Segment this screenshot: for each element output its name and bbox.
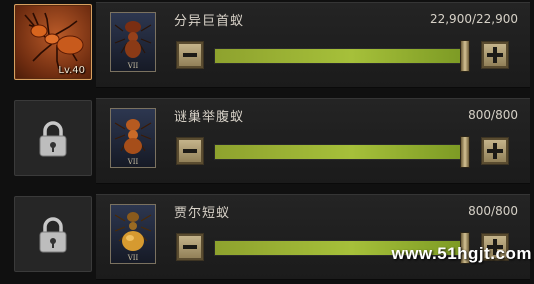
unit-rank: VII xyxy=(127,62,139,70)
quantity-slider[interactable] xyxy=(214,48,464,64)
unit-count: 800/800 xyxy=(468,108,518,122)
lock-icon xyxy=(39,217,67,253)
unit-name: 谜巢举腹蚁 xyxy=(174,110,245,125)
quantity-slider[interactable] xyxy=(214,144,464,160)
site-watermark: www.51hgjt.com xyxy=(391,244,532,263)
increase-button[interactable] xyxy=(481,137,509,165)
commander-avatar[interactable]: Lv.40 xyxy=(14,4,92,80)
plus-icon xyxy=(487,47,503,63)
minus-icon xyxy=(183,149,197,153)
unit-name: 分异巨首蚁 xyxy=(174,14,245,29)
minus-icon xyxy=(183,245,197,249)
unit-row-1: Lv.40 VII 分异巨首蚁 22,900/22,900 xyxy=(0,0,534,88)
unit-rank: VII xyxy=(127,158,139,166)
unit-count: 800/800 xyxy=(468,204,518,218)
slider-handle[interactable] xyxy=(460,136,470,168)
minus-icon xyxy=(183,53,197,57)
slider-fill xyxy=(215,145,463,159)
unit-row-3: VII 贾尔短蚁 800/800 xyxy=(0,192,534,280)
nest-acrobat-ant-icon xyxy=(114,119,152,154)
plus-icon xyxy=(487,143,503,159)
decrease-button[interactable] xyxy=(176,137,204,165)
unit-count: 22,900/22,900 xyxy=(429,12,518,26)
commander-level: Lv.40 xyxy=(58,65,85,76)
unit-card[interactable]: VII xyxy=(110,204,156,264)
unit-card[interactable]: VII xyxy=(110,108,156,168)
unit-rank: VII xyxy=(127,254,139,262)
unit-name: 贾尔短蚁 xyxy=(174,206,231,221)
decrease-button[interactable] xyxy=(176,41,204,69)
honeypot-ant-icon xyxy=(114,212,152,251)
unit-row-2: VII 谜巢举腹蚁 800/800 xyxy=(0,96,534,184)
unit-card[interactable]: VII xyxy=(110,12,156,72)
decrease-button[interactable] xyxy=(176,233,204,261)
slider-fill xyxy=(215,49,463,63)
lock-icon xyxy=(39,121,67,157)
slider-handle[interactable] xyxy=(460,40,470,72)
giant-head-ant-icon xyxy=(114,21,152,58)
locked-slot xyxy=(14,196,92,272)
locked-slot xyxy=(14,100,92,176)
increase-button[interactable] xyxy=(481,41,509,69)
